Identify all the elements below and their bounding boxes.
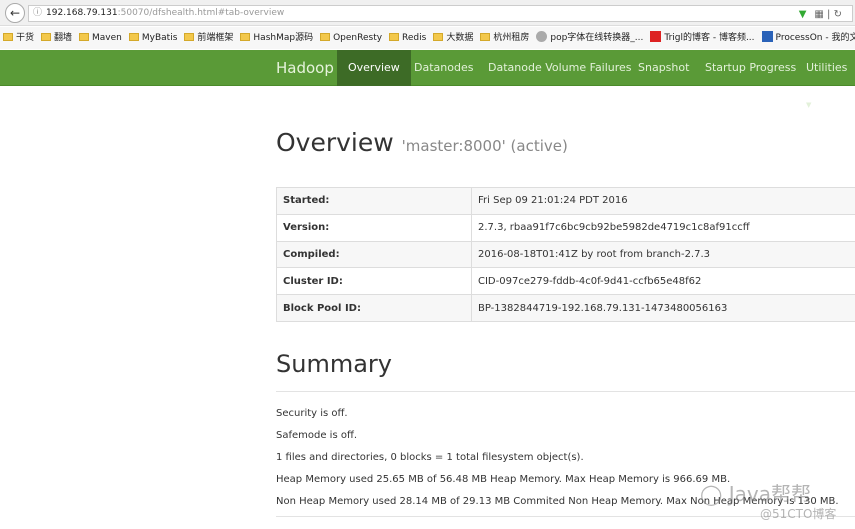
bookmark-item[interactable]: Maven [79,33,122,43]
tab-datanodes[interactable]: Datanodes [403,50,484,86]
url-host: 192.168.79.131 [46,8,118,18]
watermark-logo: ◯ Java帮帮 [700,482,811,506]
folder-icon [184,33,195,41]
tab-utilities[interactable]: Utilities ▼ [795,50,855,109]
navbar: Hadoop Overview Datanodes Datanode Volum… [0,50,855,109]
bookmark-item[interactable]: pop字体在线转换器_... [536,31,644,43]
csdn-icon [650,31,662,42]
bookmark-label: 前端框架 [197,33,234,43]
row-value: CID-097ce279-fddb-4c0f-9d41-ccfb65e48f62 [471,267,855,296]
bookmark-label: ProcessOn - 我的文件 [775,33,855,43]
bookmark-item[interactable]: 杭州租房 [480,33,529,43]
bookmarks-bar: 干货 翻墙 Maven MyBatis 前端框架 HashMap源码 OpenResty Re… [0,27,855,49]
bookmark-item[interactable]: Redis [389,33,426,43]
bookmark-label: 杭州租房 [493,33,530,43]
bookmark-item[interactable]: 前端框架 [184,33,233,43]
bookmark-label: 翻墙 [54,33,73,43]
table-row: Version: 2.7.3, rbaa91f7c6bc9cb92be5982de… [276,213,855,242]
summary-line: Heap Memory used 25.65 MB of 56.48 MB He… [276,474,731,485]
overview-title: Overview [276,128,394,157]
table-row: Started: Fri Sep 09 21:01:24 PDT 2016 [276,187,855,215]
row-value: Fri Sep 09 21:01:24 PDT 2016 [471,187,855,215]
bookmark-item[interactable]: ProcessOn - 我的文件 [761,31,855,43]
bookmark-item[interactable]: 大数据 [433,33,473,43]
caret-down-icon: ▼ [806,101,812,109]
row-value: BP-1382844719-192.168.79.131-14734800561… [471,294,855,322]
row-value: 2016-08-18T01:41Z by root from branch-2.… [471,240,855,269]
row-key: Version: [276,213,472,242]
url-input[interactable]: ⓘ 192.168.79.131:50070/dfshealth.html#tab… [28,5,853,22]
table-row: Block Pool ID: BP-1382844719-192.168.79.1… [276,294,855,322]
folder-icon [128,33,139,41]
bookmark-label: 大数据 [446,33,474,43]
folder-icon [3,33,13,41]
folder-icon [79,33,90,41]
shield-icon[interactable]: ▼ [799,9,807,20]
address-bar-area: ← ⓘ 192.168.79.131:50070/dfshealth.html#t… [0,0,855,26]
utilities-label: Utilities [806,61,848,74]
back-button[interactable]: ← [5,3,25,23]
tab-startup-progress[interactable]: Startup Progress [694,50,807,86]
overview-table: Started: Fri Sep 09 21:01:24 PDT 2016 Vers… [276,187,855,322]
bookmark-item[interactable]: HashMap源码 [240,33,313,43]
tab-datanode-volume-failures[interactable]: Datanode Volume Failures [477,50,643,86]
watermark-source: @51CTO博客 [760,507,837,521]
summary-title: Summary [276,350,392,378]
folder-icon [240,33,251,41]
page-title: Overview 'master:8000' (active) [276,128,568,157]
divider [276,391,855,392]
table-row: Compiled: 2016-08-18T01:41Z by root from … [276,240,855,269]
row-value: 2.7.3, rbaa91f7c6bc9cb92be5982de4719c1c8… [471,213,855,242]
globe-icon [536,31,548,42]
bookmark-label: 干货 [16,33,35,43]
processon-icon [761,31,773,42]
bookmark-label: MyBatis [141,33,178,43]
summary-line: Security is off. [276,408,348,419]
bookmark-item[interactable]: 干货 [3,33,34,43]
watermark-text: Java帮帮 [728,482,811,506]
summary-line: 1 files and directories, 0 blocks = 1 to… [276,452,584,463]
bookmark-label: Maven [92,33,122,43]
folder-icon [433,33,444,41]
bookmark-label: Trigl的博客 - 博客频... [664,33,755,43]
bookmark-item[interactable]: Trigl的博客 - 博客频... [650,31,755,43]
overview-subtitle: 'master:8000' (active) [401,137,568,155]
qr-icon[interactable]: ▦ [814,9,823,20]
brand[interactable]: Hadoop [276,50,334,86]
bookmark-label: HashMap源码 [253,33,314,43]
folder-icon [320,33,331,41]
tab-snapshot[interactable]: Snapshot [627,50,700,86]
row-key: Block Pool ID: [276,294,472,322]
bookmark-item[interactable]: 翻墙 [41,33,72,43]
folder-icon [41,33,52,41]
table-row: Cluster ID: CID-097ce279-fddb-4c0f-9d41-c… [276,267,855,296]
bookmark-item[interactable]: MyBatis [128,33,178,43]
refresh-icon[interactable]: ↻ [834,9,842,20]
row-key: Cluster ID: [276,267,472,296]
bookmark-label: pop字体在线转换器_... [550,33,644,43]
summary-line: Safemode is off. [276,430,358,441]
url-path: :50070/dfshealth.html#tab-overview [117,8,285,18]
bookmark-label: Redis [402,33,427,43]
row-key: Compiled: [276,240,472,269]
info-icon: ⓘ [33,8,43,18]
bookmark-label: OpenResty [333,33,383,43]
bookmark-item[interactable]: OpenResty [320,33,382,43]
folder-icon [389,33,400,41]
folder-icon [480,33,491,41]
row-key: Started: [276,187,472,215]
tab-overview[interactable]: Overview [337,50,411,86]
